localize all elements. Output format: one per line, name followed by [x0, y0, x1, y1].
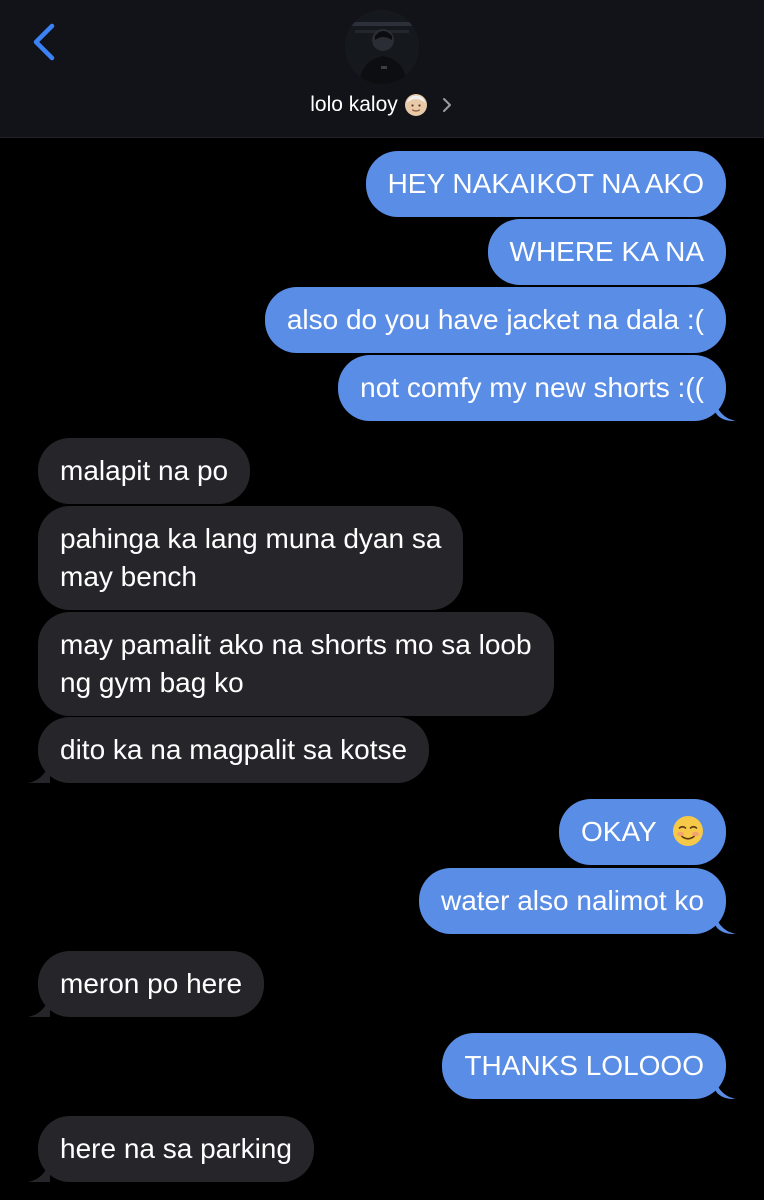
message-text: here na sa parking [60, 1133, 292, 1164]
message-bubble-incoming[interactable]: may pamalit ako na shorts mo sa loob ng … [38, 612, 554, 716]
contact-name: lolo kaloy [310, 93, 398, 116]
message-bubble-outgoing[interactable]: not comfy my new shorts :(( [338, 355, 726, 421]
contact-name-row[interactable]: lolo kaloy [0, 88, 764, 122]
message-bubble-outgoing[interactable]: THANKS LOLOOO [442, 1033, 726, 1099]
message-text: HEY NAKAIKOT NA AKO [387, 168, 704, 199]
message-text: dito ka na magpalit sa kotse [60, 734, 408, 765]
message-bubble-incoming[interactable]: dito ka na magpalit sa kotse [38, 717, 430, 783]
chevron-right-icon [442, 98, 451, 112]
message-text: also do you have jacket na dala :( [286, 304, 704, 335]
message-bubble-outgoing[interactable]: OKAY [558, 799, 726, 865]
message-text-line: ng gym bag ko [60, 667, 244, 698]
message-bubble-incoming[interactable]: here na sa parking [38, 1116, 314, 1182]
message-bubble-incoming[interactable]: meron po here [38, 951, 265, 1017]
message-text-line: pahinga ka lang muna dyan sa [60, 523, 442, 554]
message-bubble-outgoing[interactable]: also do you have jacket na dala :( [264, 287, 726, 353]
message-text-line: may bench [60, 561, 197, 592]
back-button[interactable] [22, 18, 66, 66]
message-bubble-outgoing[interactable]: water also nalimot ko [418, 868, 726, 934]
message-text: THANKS LOLOOO [464, 1050, 704, 1081]
message-text: meron po here [60, 968, 243, 999]
avatar-photo [345, 10, 419, 84]
chevron-left-icon [33, 23, 55, 61]
message-text-line: may pamalit ako na shorts mo sa loob [60, 629, 532, 660]
message-bubble-outgoing[interactable]: WHERE KA NA [487, 219, 726, 285]
message-bubble-incoming[interactable]: pahinga ka lang muna dyan sa may bench [38, 506, 464, 610]
message-text: malapit na po [60, 455, 229, 486]
message-bubble-incoming[interactable]: malapit na po [38, 438, 251, 504]
message-text: OKAY [580, 816, 657, 847]
smiling-blush-emoji-icon [673, 816, 703, 846]
message-text: not comfy my new shorts :(( [360, 372, 704, 403]
message-bubble-outgoing[interactable]: HEY NAKAIKOT NA AKO [365, 151, 726, 217]
message-text: WHERE KA NA [509, 236, 704, 267]
avatar[interactable] [345, 10, 419, 84]
older-man-emoji-icon [404, 94, 427, 116]
message-text: water also nalimot ko [440, 885, 704, 916]
conversation-header: lolo kaloy [0, 0, 764, 138]
